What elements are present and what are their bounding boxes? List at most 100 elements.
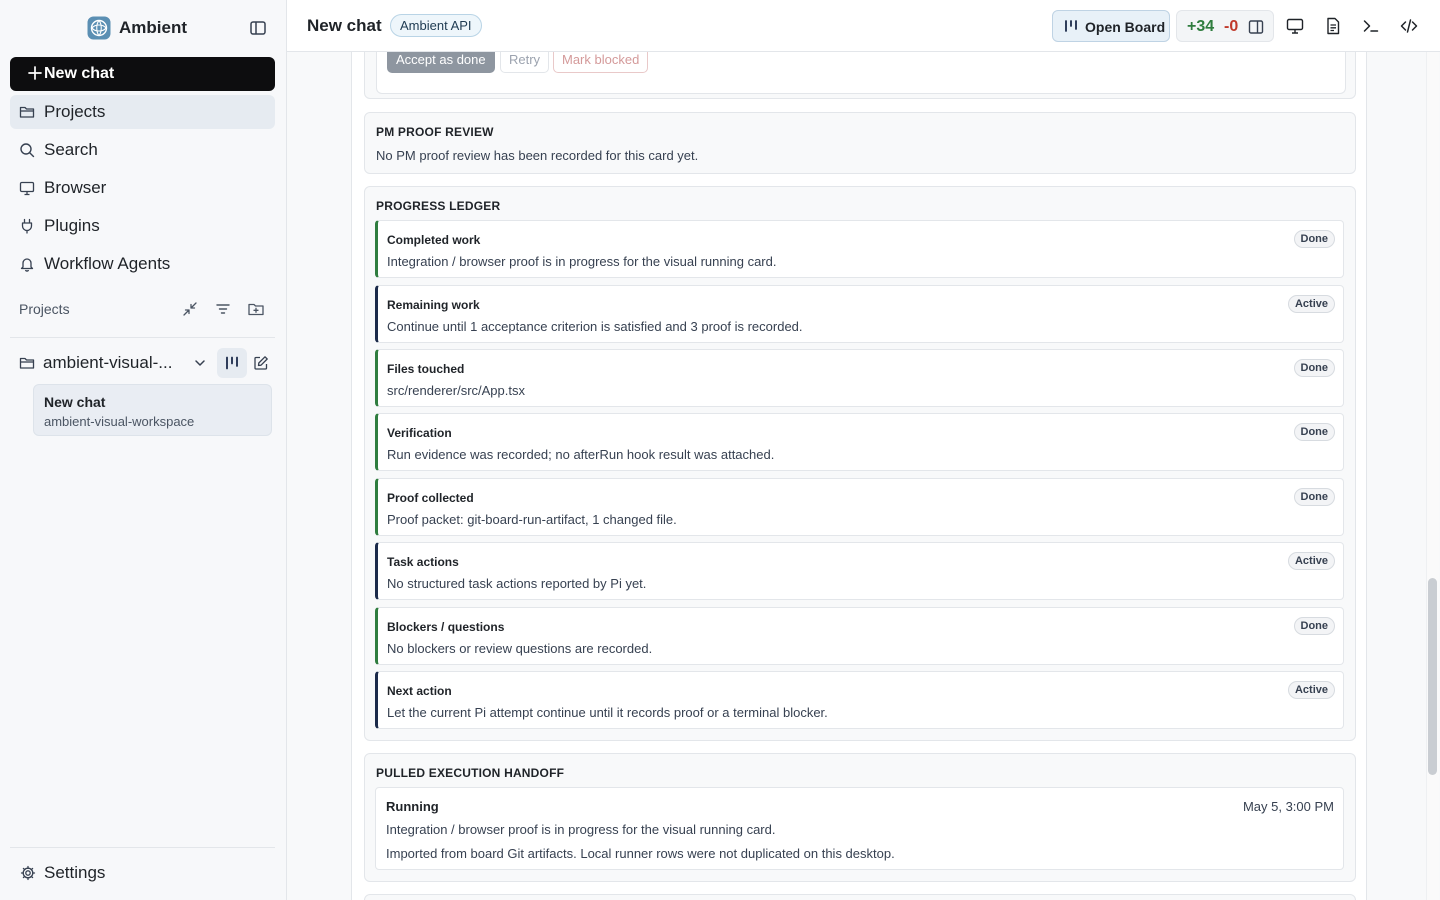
status-badge: Done (1293, 423, 1335, 441)
project-row[interactable]: ambient-visual-... (10, 348, 275, 378)
ledger-item-desc: Integration / browser proof is in progre… (387, 254, 777, 269)
open-board-label: Open Board (1085, 19, 1166, 35)
execution-handoff-section: PULLED EXECUTION HANDOFF Running May 5, … (364, 753, 1356, 882)
handoff-card: Running May 5, 3:00 PM Integration / bro… (375, 787, 1344, 870)
ledger-item: Files touched src/renderer/src/App.tsx D… (375, 349, 1344, 407)
status-badge: Done (1293, 230, 1335, 248)
monitor-icon (19, 181, 35, 196)
main-content: Accept as done Retry Mark blocked PM PRO… (287, 52, 1440, 900)
ledger-item: Proof collected Proof packet: git-board-… (375, 478, 1344, 536)
filter-icon[interactable] (214, 300, 232, 318)
status-badge: Active (1287, 552, 1335, 570)
open-board-button[interactable]: Open Board (1052, 10, 1170, 42)
ledger-item-desc: No structured task actions reported by P… (387, 576, 647, 591)
settings-button[interactable]: Settings (10, 858, 275, 888)
status-badge: Done (1293, 488, 1335, 506)
status-badge: Active (1287, 681, 1335, 699)
top-bar: New chat Ambient API Open Board +34 -0 (287, 0, 1440, 52)
side-panel-icon (1248, 20, 1264, 34)
ledger-item-desc: No blockers or review questions are reco… (387, 641, 653, 656)
review-actions-panel: Accept as done Retry Mark blocked (376, 52, 1346, 94)
edit-icon[interactable] (253, 355, 269, 371)
bell-icon (20, 258, 34, 272)
diff-summary-button[interactable]: +34 -0 (1176, 10, 1274, 42)
project-name: ambient-visual-... (43, 353, 173, 372)
projects-header: Projects (19, 301, 70, 317)
retry-button[interactable]: Retry (500, 52, 550, 73)
ledger-item-title: Files touched (387, 362, 465, 376)
gear-icon (20, 865, 36, 881)
card-detail-panel: Accept as done Retry Mark blocked PM PRO… (351, 52, 1367, 900)
section-title: PM PROOF REVIEW (376, 125, 494, 139)
settings-label: Settings (44, 863, 106, 882)
ledger-item-title: Next action (387, 684, 452, 698)
project-board-button[interactable] (217, 348, 247, 378)
ledger-item-desc: Let the current Pi attempt continue unti… (387, 705, 828, 720)
ledger-item: Completed work Integration / browser pro… (375, 220, 1344, 278)
section-text: No PM proof review has been recorded for… (376, 148, 699, 163)
section-title: PROGRESS LEDGER (376, 199, 501, 213)
handoff-status: Running (386, 799, 439, 814)
sidebar-item-search[interactable]: Search (10, 133, 275, 167)
plug-icon (21, 218, 33, 234)
new-folder-icon[interactable] (247, 300, 265, 318)
folder-icon (19, 106, 35, 118)
ledger-item-title: Remaining work (387, 298, 480, 312)
ledger-item: Next action Let the current Pi attempt c… (375, 671, 1344, 729)
ledger-item-desc: Proof packet: git-board-run-artifact, 1 … (387, 512, 677, 527)
ledger-item-desc: src/renderer/src/App.tsx (387, 383, 525, 398)
status-badge: Active (1287, 295, 1335, 313)
ledger-item-title: Verification (387, 426, 452, 440)
ambient-logo-icon (87, 16, 111, 40)
divider (10, 337, 275, 338)
scrollbar-thumb[interactable] (1428, 578, 1437, 775)
ledger-item-title: Task actions (387, 555, 459, 569)
plus-icon (28, 66, 42, 80)
new-chat-button[interactable]: New chat (10, 57, 275, 91)
sidebar-item-label: Plugins (44, 216, 100, 235)
code-icon[interactable] (1400, 17, 1418, 35)
ledger-item: Remaining work Continue until 1 acceptan… (375, 285, 1344, 343)
accept-as-done-button[interactable]: Accept as done (387, 52, 495, 73)
handoff-timestamp: May 5, 3:00 PM (1242, 799, 1334, 814)
handoff-summary: Integration / browser proof is in progre… (386, 822, 776, 837)
status-badge: Done (1293, 617, 1335, 635)
sidebar-item-label: Workflow Agents (44, 254, 171, 273)
sidebar-item-label: Browser (44, 178, 107, 197)
ledger-item: Task actions No structured task actions … (375, 542, 1344, 600)
diff-removed-count: -0 (1224, 18, 1239, 35)
chat-list-item[interactable]: New chat ambient-visual-workspace (33, 384, 272, 436)
ledger-item-desc: Continue until 1 acceptance criterion is… (387, 319, 803, 334)
sidebar-item-plugins[interactable]: Plugins (10, 209, 275, 243)
pm-proof-review-section: PM PROOF REVIEW No PM proof review has b… (364, 112, 1356, 174)
sidebar-item-browser[interactable]: Browser (10, 171, 275, 205)
handoff-note: Imported from board Git artifacts. Local… (386, 846, 895, 861)
folder-icon (19, 357, 35, 369)
ledger-item: Blockers / questions No blockers or revi… (375, 607, 1344, 665)
monitor-icon[interactable] (1286, 17, 1304, 35)
api-badge[interactable]: Ambient API (390, 14, 482, 37)
terminal-icon[interactable] (1362, 17, 1380, 35)
chevron-down-icon[interactable] (193, 356, 207, 370)
search-icon (20, 143, 35, 158)
ledger-item-title: Blockers / questions (387, 620, 505, 634)
divider (10, 847, 275, 848)
sidebar-toggle-icon[interactable] (248, 18, 268, 38)
diff-added-count: +34 (1187, 18, 1215, 35)
collapse-all-icon[interactable] (181, 300, 199, 318)
app-name: Ambient (119, 18, 187, 37)
sidebar-item-projects[interactable]: Projects (10, 95, 275, 129)
ledger-item-desc: Run evidence was recorded; no afterRun h… (387, 447, 775, 462)
review-actions-section: Accept as done Retry Mark blocked (364, 52, 1356, 99)
document-icon[interactable] (1324, 17, 1342, 35)
sidebar-item-label: Search (44, 140, 98, 159)
status-badge: Done (1293, 359, 1335, 377)
ledger-item-title: Completed work (387, 233, 481, 247)
sidebar-header: Ambient (0, 0, 286, 56)
section-title: PULLED EXECUTION HANDOFF (376, 766, 565, 780)
mark-blocked-button[interactable]: Mark blocked (553, 52, 649, 73)
next-section (364, 894, 1356, 900)
kanban-icon (226, 356, 238, 370)
sidebar-item-workflow-agents[interactable]: Workflow Agents (10, 247, 275, 281)
chat-title: New chat (44, 394, 106, 410)
